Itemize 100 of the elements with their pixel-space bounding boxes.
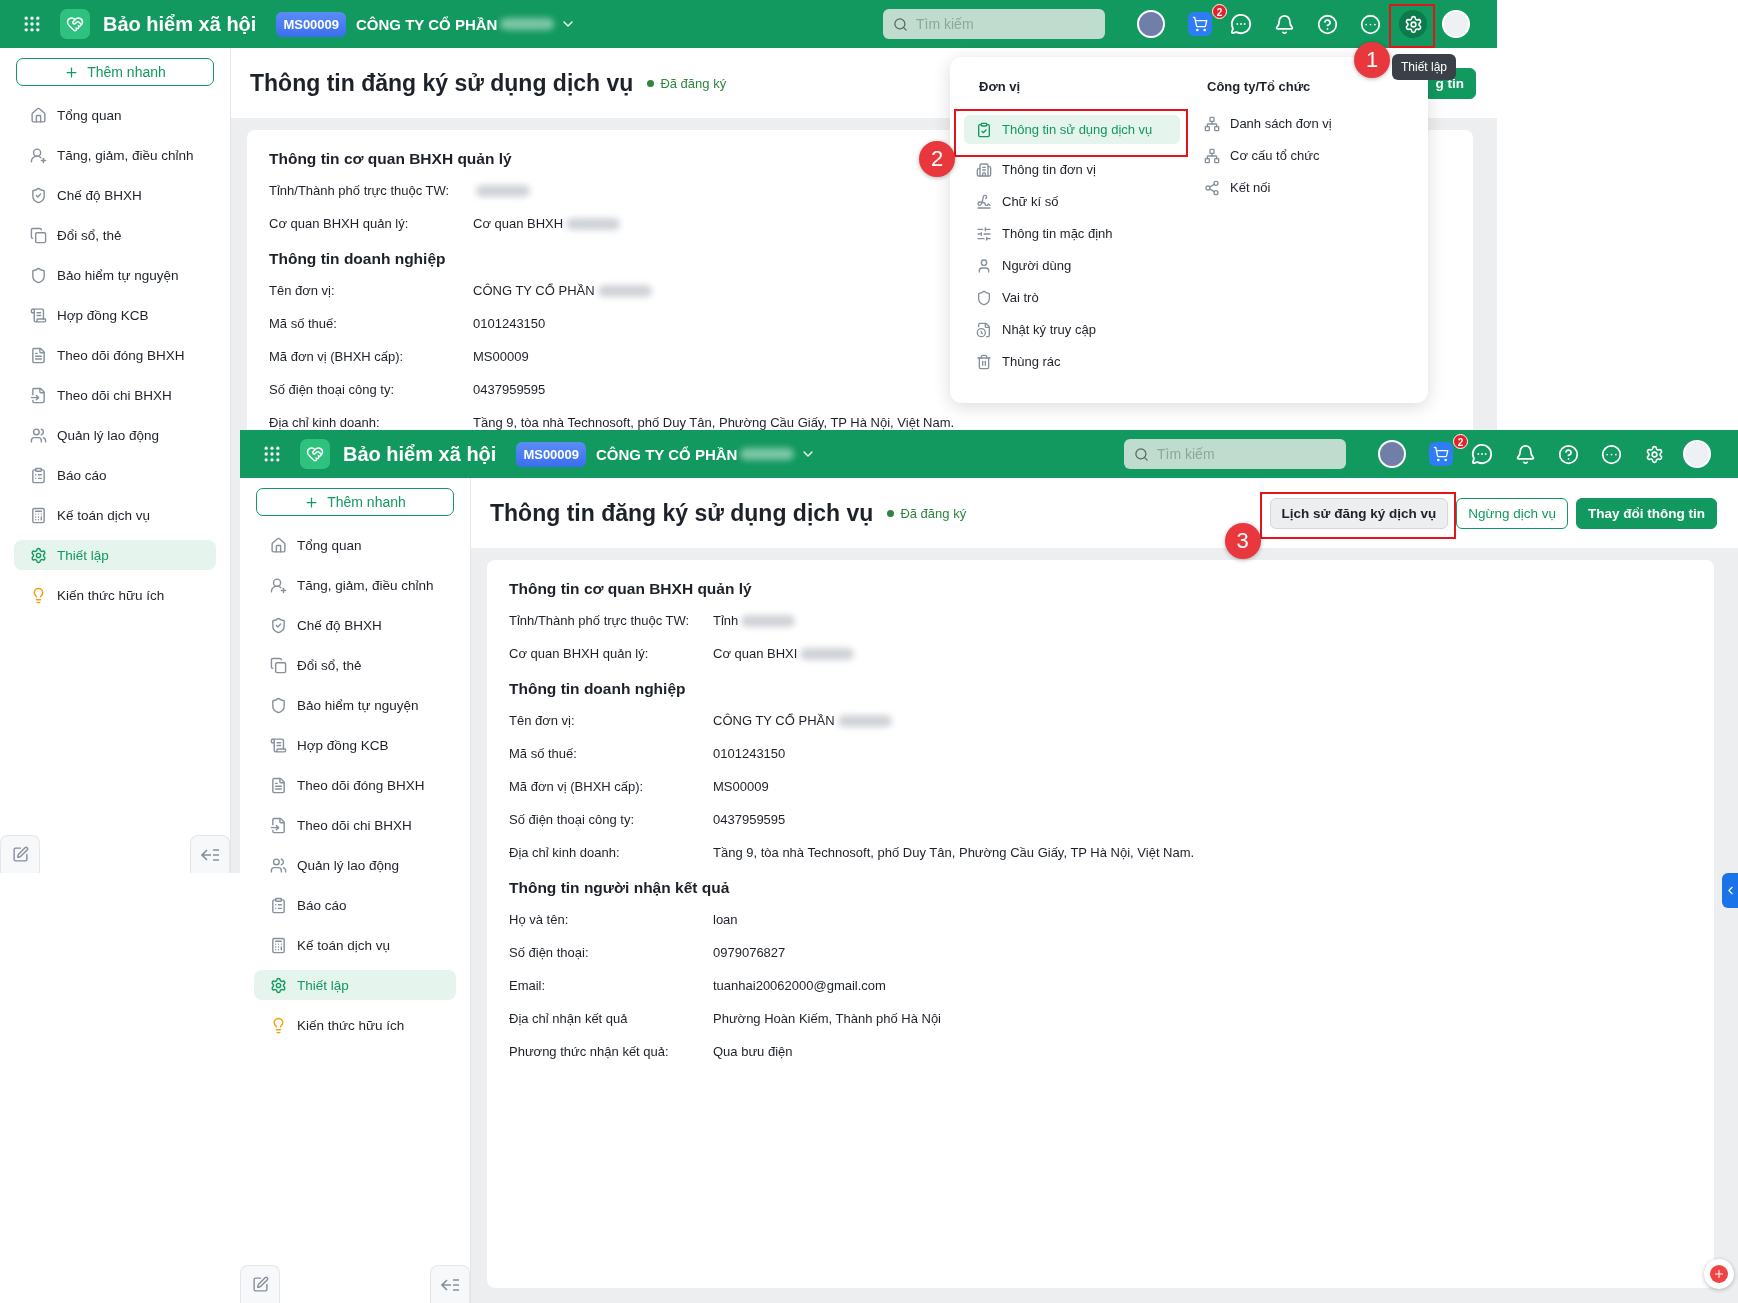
sidebar-item[interactable]: Tăng, giảm, điều chỉnh bbox=[14, 140, 216, 170]
settings-icon bbox=[30, 546, 47, 564]
sidebar-item[interactable]: Hợp đồng KCB bbox=[14, 300, 216, 330]
sidebar-item[interactable]: Theo dõi chi BHXH bbox=[14, 380, 216, 410]
field-label: Tên đơn vị: bbox=[509, 713, 576, 728]
share-icon bbox=[1204, 179, 1220, 196]
page-title: Thông tin đăng ký sử dụng dịch vụ bbox=[490, 499, 874, 527]
sidebar-item[interactable]: Theo dõi đóng BHXH bbox=[254, 770, 456, 800]
app-grid-icon[interactable] bbox=[22, 14, 42, 34]
menu-item[interactable]: Danh sách đơn vị bbox=[1192, 109, 1392, 138]
company-name[interactable]: CÔNG TY CỔ PHẦN bbox=[596, 445, 738, 463]
menu-item[interactable]: Người dùng bbox=[964, 251, 1180, 280]
profile-avatar[interactable] bbox=[1683, 440, 1711, 468]
sidebar-item[interactable]: Đổi sổ, thẻ bbox=[254, 650, 456, 680]
sidebar-item[interactable]: Bảo hiểm tự nguyện bbox=[14, 260, 216, 290]
plus-icon bbox=[304, 494, 320, 510]
person-plus-icon bbox=[270, 576, 287, 594]
document-icon bbox=[30, 346, 47, 364]
menu-heading: Đơn vị bbox=[978, 78, 1021, 96]
quick-add-button[interactable]: Thêm nhanh bbox=[256, 488, 454, 516]
tooltip: Thiết lập bbox=[1391, 54, 1456, 80]
scroll-icon bbox=[30, 306, 47, 324]
trash-icon bbox=[976, 353, 992, 370]
cart-button[interactable] bbox=[1188, 12, 1212, 36]
sidebar-item[interactable]: Chế độ BHXH bbox=[14, 180, 216, 210]
person-plus-icon bbox=[30, 146, 47, 164]
menu-item[interactable]: Vai trò bbox=[964, 283, 1180, 312]
sidebar-item[interactable]: Kiến thức hữu ích bbox=[254, 1010, 456, 1040]
field-value: MS00009 bbox=[473, 349, 529, 364]
home-icon bbox=[30, 106, 47, 124]
collapse-icon bbox=[441, 1277, 459, 1292]
field-value: 0979076827 bbox=[713, 945, 786, 960]
profile-avatar[interactable] bbox=[1442, 10, 1470, 38]
settings-button[interactable] bbox=[1399, 10, 1427, 38]
menu-item[interactable]: Thông tin mặc định bbox=[964, 219, 1180, 248]
org-chart-icon bbox=[1204, 147, 1220, 164]
section-title: Thông tin cơ quan BHXH quản lý bbox=[509, 579, 752, 599]
clipboard-check-icon bbox=[976, 121, 992, 138]
user-avatar[interactable] bbox=[1137, 10, 1165, 38]
count-badge: 2 bbox=[1453, 434, 1468, 449]
cart-button[interactable] bbox=[1429, 442, 1453, 466]
collapse-button[interactable] bbox=[190, 835, 230, 873]
action-button[interactable]: Thay đổi thông tin bbox=[1576, 497, 1717, 529]
app-grid-icon[interactable] bbox=[262, 444, 282, 464]
action-button[interactable]: Ngừng dịch vụ bbox=[1456, 497, 1568, 529]
menu-item[interactable]: Chữ kí số bbox=[964, 187, 1180, 216]
menu-item[interactable]: Thùng rác bbox=[964, 347, 1180, 376]
field-value: MS00009 bbox=[713, 779, 769, 794]
field-value: 0101243150 bbox=[713, 746, 786, 761]
menu-item[interactable]: Nhật ký truy cập bbox=[964, 315, 1180, 344]
sidebar-item[interactable]: Tổng quan bbox=[254, 530, 456, 560]
collapse-icon bbox=[201, 847, 219, 862]
user-avatar[interactable] bbox=[1378, 440, 1406, 468]
calculator-icon bbox=[30, 506, 47, 524]
sidebar-item[interactable]: Bảo hiểm tự nguyện bbox=[254, 690, 456, 720]
cart-icon bbox=[1433, 446, 1449, 462]
side-panel-tab[interactable] bbox=[1722, 873, 1738, 908]
sidebar-item[interactable]: Kế toán dịch vụ bbox=[254, 930, 456, 960]
sidebar-item[interactable]: Theo dõi đóng BHXH bbox=[14, 340, 216, 370]
action-button[interactable]: Lịch sử đăng ký dịch vụ bbox=[1269, 497, 1449, 529]
section-title: Thông tin doanh nghiệp bbox=[509, 679, 686, 699]
field-value: Cơ quan BHXH bbox=[473, 216, 564, 231]
sidebar-item[interactable]: Báo cáo bbox=[254, 890, 456, 920]
copy-icon bbox=[270, 656, 287, 674]
menu-item[interactable]: Cơ cấu tổ chức bbox=[1192, 141, 1392, 170]
field-value: tuanhai20062000@gmail.com bbox=[713, 978, 886, 993]
field-value: Qua bưu điện bbox=[713, 1044, 793, 1059]
sidebar-item[interactable]: Kế toán dịch vụ bbox=[14, 500, 216, 530]
page-title: Thông tin đăng ký sử dụng dịch vụ bbox=[250, 69, 634, 97]
menu-item[interactable]: Thông tin đơn vị bbox=[964, 155, 1180, 184]
menu-item[interactable]: Kết nối bbox=[1192, 173, 1392, 202]
collapse-button[interactable] bbox=[430, 1265, 470, 1303]
calculator-icon bbox=[270, 936, 287, 954]
step-number: 1 bbox=[1354, 42, 1390, 78]
field-label: Tỉnh/Thành phố trực thuộc TW: bbox=[269, 183, 451, 198]
sidebar-item[interactable]: Báo cáo bbox=[14, 460, 216, 490]
clipboard-clock-icon bbox=[976, 321, 992, 338]
sidebar-item[interactable]: Chế độ BHXH bbox=[254, 610, 456, 640]
sidebar-item[interactable]: Đổi sổ, thẻ bbox=[14, 220, 216, 250]
company-name[interactable]: CÔNG TY CỔ PHẦN bbox=[356, 15, 498, 33]
sliders-icon bbox=[976, 225, 992, 242]
edit-button[interactable] bbox=[240, 1265, 280, 1303]
document-icon bbox=[270, 776, 287, 794]
status-label: Đã đăng ký bbox=[647, 75, 727, 91]
field-label: Mã đơn vị (BHXH cấp): bbox=[509, 779, 645, 794]
users-icon bbox=[270, 856, 287, 874]
sidebar-item[interactable]: Tăng, giảm, điều chỉnh bbox=[254, 570, 456, 600]
sidebar-item[interactable]: Hợp đồng KCB bbox=[254, 730, 456, 760]
sidebar-item[interactable]: Kiến thức hữu ích bbox=[14, 580, 216, 610]
quick-add-button[interactable]: Thêm nhanh bbox=[16, 58, 214, 86]
field-label: Tỉnh/Thành phố trực thuộc TW: bbox=[509, 613, 691, 628]
users-icon bbox=[30, 426, 47, 444]
sidebar-item[interactable]: Quản lý lao động bbox=[14, 420, 216, 450]
sidebar-item[interactable]: Theo dõi chi BHXH bbox=[254, 810, 456, 840]
field-label: Cơ quan BHXH quản lý: bbox=[269, 216, 410, 231]
edit-button[interactable] bbox=[0, 835, 40, 873]
field-value: Phường Hoàn Kiếm, Thành phố Hà Nội bbox=[713, 1011, 941, 1026]
cart-icon bbox=[1192, 16, 1208, 32]
sidebar-item[interactable]: Quản lý lao động bbox=[254, 850, 456, 880]
sidebar-item[interactable]: Tổng quan bbox=[14, 100, 216, 130]
